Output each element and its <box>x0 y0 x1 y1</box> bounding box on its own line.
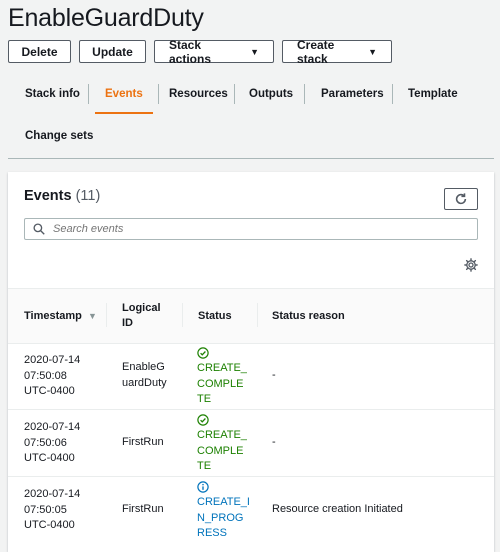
info-icon <box>197 481 209 493</box>
stack-actions-dropdown[interactable]: Stack actions ▼ <box>154 37 274 66</box>
events-table-header: Timestamp ▼ Logical ID Status Status rea… <box>8 288 494 344</box>
delete-label: Delete <box>21 44 58 59</box>
status-text: CREATE_ <box>197 362 247 374</box>
tab-divider <box>392 84 393 104</box>
tab-divider <box>234 84 235 104</box>
logical-id-text: FirstRun <box>122 436 164 448</box>
search-icon <box>33 223 45 235</box>
stack-actions-bar: Delete Update Stack actions ▼ Create stac… <box>8 37 392 66</box>
table-row: 2020-07-14 07:50:08 UTC-0400 EnableG uar… <box>8 343 494 410</box>
update-button[interactable]: Update <box>79 40 146 63</box>
tab-parameters[interactable]: Parameters <box>321 74 384 114</box>
logical-id-cell: FirstRun <box>122 435 164 451</box>
column-logical-id-label: Logical <box>122 302 161 314</box>
refresh-button[interactable] <box>444 188 478 210</box>
tab-divider <box>88 84 89 104</box>
status-cell: CREATE_ COMPLE TE <box>197 414 247 475</box>
timestamp-cell: 2020-07-14 07:50:05 UTC-0400 <box>24 487 80 534</box>
tab-outputs[interactable]: Outputs <box>249 74 293 114</box>
events-panel: Events (11) Timestamp ▼ Logical ID Statu… <box>8 172 494 552</box>
tab-divider <box>158 84 159 104</box>
success-check-icon <box>197 414 209 426</box>
column-logical-id-label: ID <box>122 317 133 329</box>
create-stack-dropdown[interactable]: Create stack ▼ <box>282 37 392 66</box>
column-status[interactable]: Status <box>198 309 232 324</box>
gear-icon[interactable] <box>464 258 478 272</box>
tab-resources[interactable]: Resources <box>169 74 228 114</box>
status-text: N_PROG <box>197 511 244 524</box>
status-text: CREATE_I <box>197 496 250 508</box>
table-row: 2020-07-14 07:50:06 UTC-0400 FirstRun CR… <box>8 410 494 477</box>
status-reason-cell: Resource creation Initiated <box>272 503 403 515</box>
search-events-field[interactable] <box>24 218 478 240</box>
status-text: TE <box>197 393 212 405</box>
column-timestamp[interactable]: Timestamp ▼ <box>24 309 97 324</box>
create-stack-label: Create stack <box>297 37 335 66</box>
events-count: (11) <box>75 188 101 204</box>
timestamp-zone: UTC-0400 <box>24 385 75 397</box>
status-text: TE <box>197 460 212 472</box>
caret-down-icon: ▼ <box>250 46 259 57</box>
refresh-icon <box>455 193 467 205</box>
timestamp-time: 07:50:08 <box>24 369 67 382</box>
tab-events[interactable]: Events <box>95 74 153 114</box>
logical-id-text: uardDuty <box>122 376 167 389</box>
column-logical-id[interactable]: Logical ID <box>122 301 161 331</box>
timestamp-time: 07:50:05 <box>24 503 67 516</box>
status-reason-cell: - <box>272 436 276 448</box>
logical-id-text: EnableG <box>122 361 165 373</box>
status-cell: CREATE_ COMPLE TE <box>197 347 247 408</box>
delete-button[interactable]: Delete <box>8 40 71 63</box>
events-heading: Events (11) <box>24 188 100 204</box>
logical-id-cell: EnableG uardDuty <box>122 360 167 391</box>
column-timestamp-label: Timestamp <box>24 310 82 322</box>
timestamp-time: 07:50:06 <box>24 436 67 449</box>
column-status-reason[interactable]: Status reason <box>272 309 345 324</box>
stack-tabs: Stack info Events Resources Outputs Para… <box>8 74 494 159</box>
logical-id-cell: FirstRun <box>122 502 164 518</box>
timestamp-date: 2020-07-14 <box>24 421 81 433</box>
update-label: Update <box>92 44 133 59</box>
tab-template[interactable]: Template <box>408 74 458 114</box>
tab-change-sets[interactable]: Change sets <box>25 116 93 156</box>
caret-down-icon: ▼ <box>368 46 377 57</box>
sort-down-icon: ▼ <box>87 311 97 321</box>
table-row: 2020-07-14 07:50:05 UTC-0400 FirstRun CR… <box>8 477 494 552</box>
status-text: CREATE_ <box>197 429 247 441</box>
stack-actions-label: Stack actions <box>169 37 212 66</box>
status-reason-cell: - <box>272 369 276 381</box>
timestamp-zone: UTC-0400 <box>24 452 75 464</box>
search-input[interactable] <box>51 222 475 236</box>
timestamp-date: 2020-07-14 <box>24 488 81 500</box>
timestamp-cell: 2020-07-14 07:50:06 UTC-0400 <box>24 420 80 467</box>
events-heading-label: Events <box>24 188 72 204</box>
status-cell: CREATE_I N_PROG RESS <box>197 481 250 542</box>
column-divider <box>182 303 183 327</box>
success-check-icon <box>197 347 209 359</box>
tab-stack-info[interactable]: Stack info <box>25 74 80 114</box>
tab-divider <box>304 84 305 104</box>
page-title: EnableGuardDuty <box>8 4 204 32</box>
status-text: RESS <box>197 527 227 539</box>
status-text: COMPLE <box>197 377 244 390</box>
logical-id-text: FirstRun <box>122 503 164 515</box>
timestamp-cell: 2020-07-14 07:50:08 UTC-0400 <box>24 353 80 400</box>
status-text: COMPLE <box>197 444 244 457</box>
timestamp-date: 2020-07-14 <box>24 354 81 366</box>
timestamp-zone: UTC-0400 <box>24 519 75 531</box>
column-divider <box>106 303 107 327</box>
column-divider <box>257 303 258 327</box>
